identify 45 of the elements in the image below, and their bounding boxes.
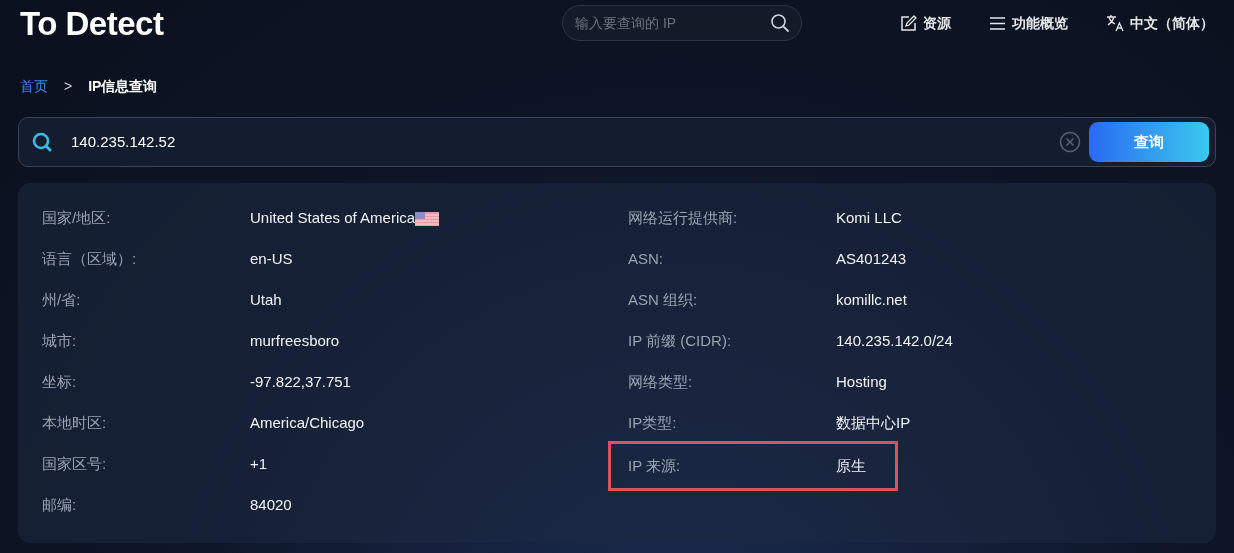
field-label: 州/省: — [42, 290, 82, 311]
clear-icon[interactable] — [1059, 131, 1081, 153]
nav-link[interactable]: 功能概览 — [989, 12, 1068, 34]
nav-link[interactable]: 资源 — [900, 12, 951, 34]
breadcrumb-link[interactable]: 首页 — [20, 76, 48, 97]
field-label: 语言（区域）: — [42, 249, 138, 270]
field-value: 140.235.142.0/24 — [836, 331, 953, 352]
field-value: Komi LLC — [836, 208, 902, 229]
breadcrumb-separator: > — [64, 77, 73, 96]
field-label: ASN: — [628, 249, 664, 270]
menu-icon — [989, 15, 1006, 31]
field-label: IP 前缀 (CIDR): — [628, 331, 733, 352]
field-label: 国家/地区: — [42, 208, 112, 229]
ip-search-field[interactable]: 140.235.142.52 查询 — [18, 117, 1216, 167]
field-value: 84020 — [250, 495, 292, 516]
field-label: 坐标: — [42, 372, 78, 393]
translate-icon — [1106, 14, 1124, 32]
breadcrumb-current: IP信息查询 — [88, 77, 158, 96]
edit-icon — [900, 14, 917, 32]
field-label: 网络类型: — [628, 372, 694, 393]
search-icon — [31, 131, 53, 153]
field-label: ASN 组织: — [628, 290, 699, 311]
search-field[interactable]: 输入要查询的 IP — [562, 5, 802, 41]
field-value: Hosting — [836, 372, 887, 393]
logo[interactable]: To Detect — [20, 6, 164, 40]
field-label: IP 来源: — [628, 455, 682, 476]
field-value: 原生 — [836, 455, 866, 476]
field-value: America/Chicago — [250, 413, 365, 434]
field-label: 国家区号: — [42, 454, 108, 475]
field-value: -97.822,37.751 — [250, 372, 351, 393]
field-value: komillc.net — [836, 290, 907, 311]
field-label: 邮编: — [42, 495, 78, 516]
field-value: AS401243 — [836, 249, 907, 270]
field-value: +1 — [250, 454, 268, 475]
search-icon[interactable] — [770, 13, 790, 33]
field-label: 网络运行提供商: — [628, 208, 739, 229]
field-value: 数据中心IP — [836, 413, 911, 434]
field-value: Utah — [250, 290, 282, 311]
field-value: en-US — [250, 249, 293, 270]
nav-link[interactable]: 中文（简体） — [1106, 12, 1214, 34]
field-value: United States of America — [250, 208, 416, 229]
field-value: murfreesboro — [250, 331, 340, 352]
field-label: 城市: — [42, 331, 78, 352]
field-label: 本地时区: — [42, 413, 108, 434]
field-label: IP类型: — [628, 413, 678, 434]
